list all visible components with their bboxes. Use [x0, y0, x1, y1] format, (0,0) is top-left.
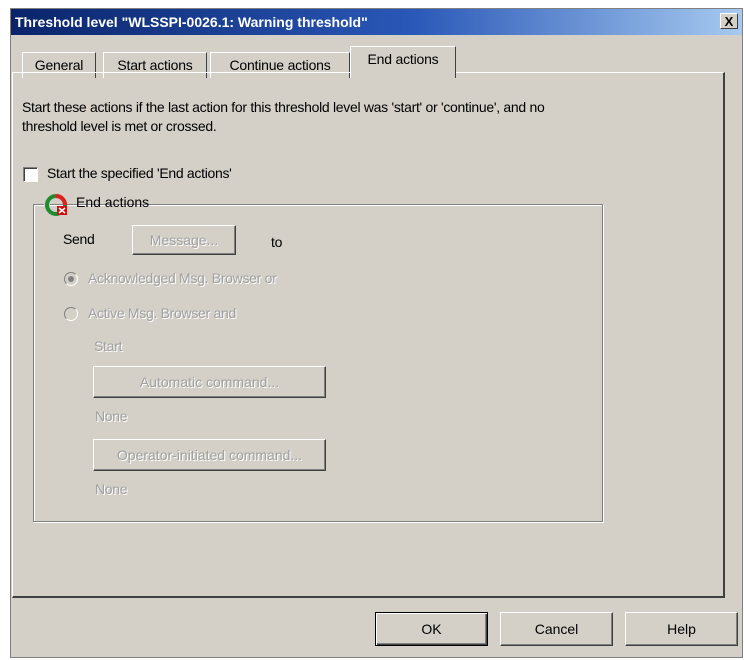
to-label: to	[271, 234, 283, 250]
close-button[interactable]: X	[720, 13, 738, 29]
operator-command-button[interactable]: Operator-initiated command...	[93, 439, 326, 471]
end-actions-checkbox[interactable]	[23, 167, 38, 182]
send-label: Send	[63, 231, 95, 247]
operator-command-value: None	[95, 481, 128, 497]
end-actions-checkbox-label[interactable]: Start the specified 'End actions'	[47, 165, 232, 181]
end-actions-group-legend: End actions	[44, 192, 149, 218]
active-browser-radio[interactable]	[64, 307, 78, 321]
title-bar: Threshold level "WLSSPI-0026.1: Warning …	[11, 9, 742, 35]
automatic-command-button[interactable]: Automatic command...	[93, 366, 326, 398]
start-label: Start	[94, 338, 123, 354]
description-text: Start these actions if the last action f…	[22, 99, 545, 134]
window-title: Threshold level "WLSSPI-0026.1: Warning …	[15, 14, 368, 30]
end-actions-group	[33, 204, 603, 522]
acknowledged-radio-label[interactable]: Acknowledged Msg. Browser or	[88, 270, 277, 286]
ok-button[interactable]: OK	[375, 612, 488, 646]
acknowledged-radio[interactable]	[64, 272, 78, 286]
refresh-icon	[45, 194, 67, 216]
help-button[interactable]: Help	[625, 612, 738, 646]
automatic-command-value: None	[95, 408, 128, 424]
active-browser-radio-label[interactable]: Active Msg. Browser and	[88, 305, 236, 321]
message-button[interactable]: Message...	[132, 225, 236, 255]
tab-end-actions[interactable]: End actions	[350, 46, 456, 78]
cancel-button[interactable]: Cancel	[500, 612, 613, 646]
end-actions-group-title: End actions	[76, 194, 150, 210]
